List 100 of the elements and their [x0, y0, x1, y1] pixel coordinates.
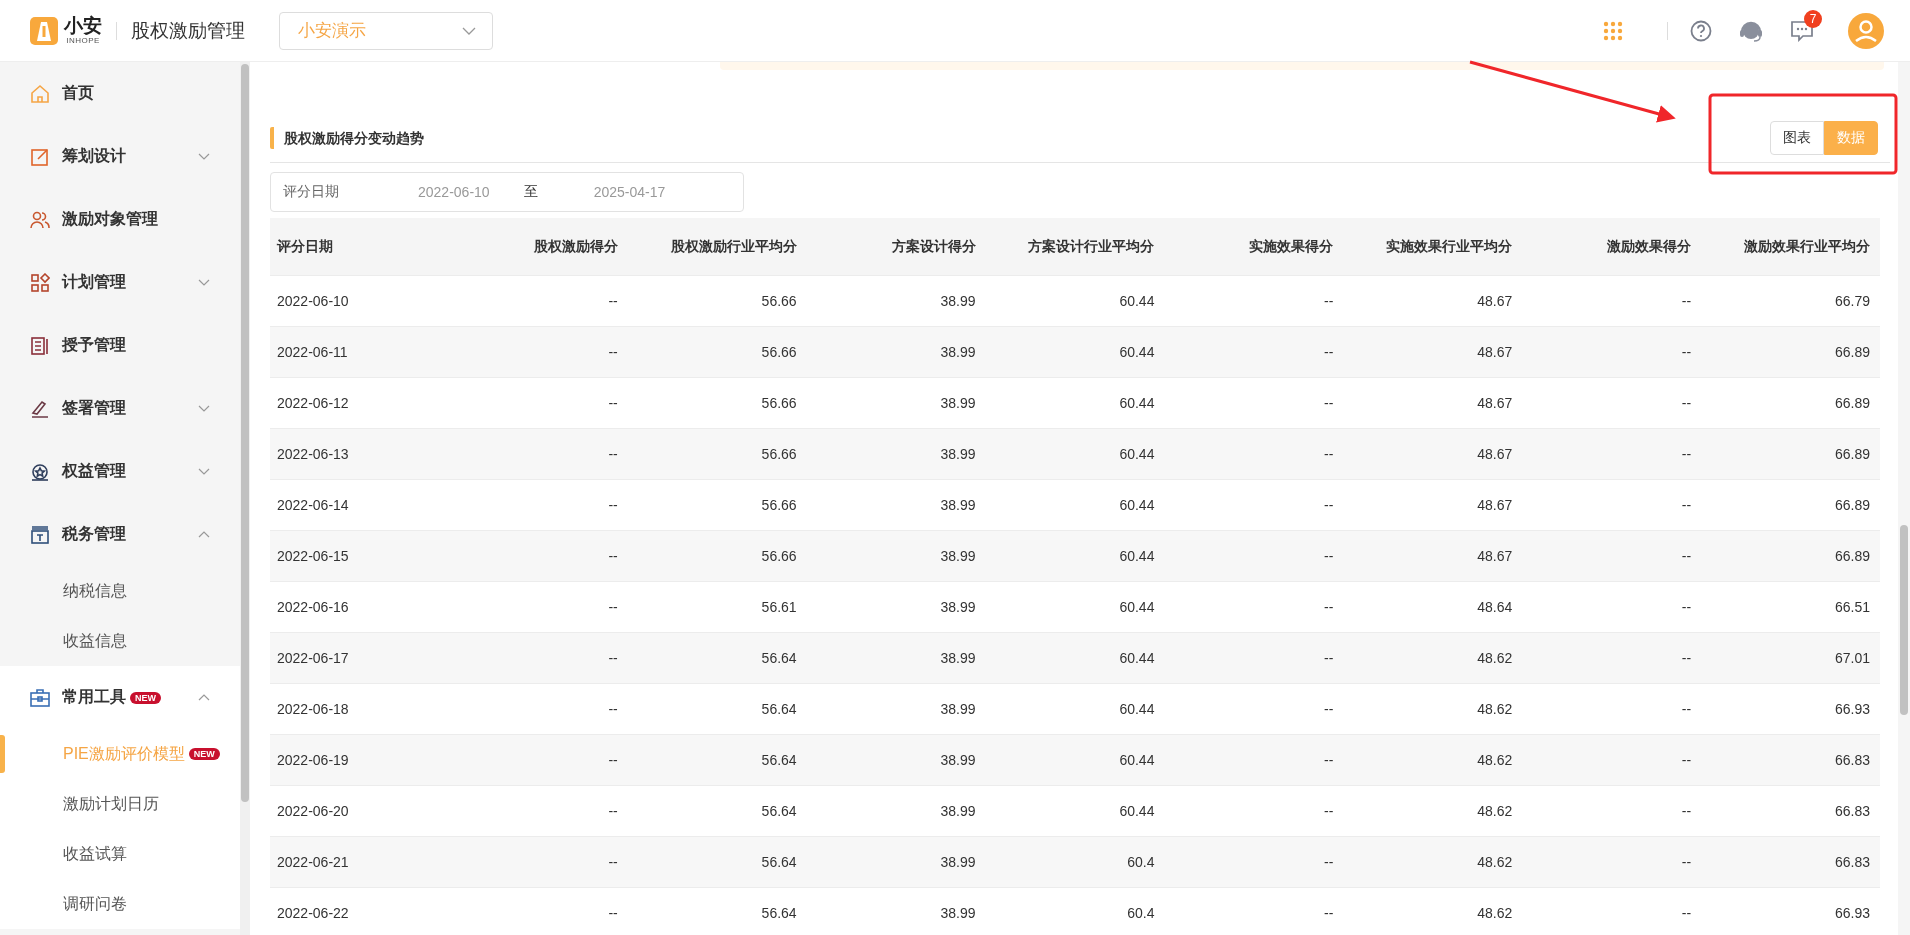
nav-item[interactable]: 权益管理 — [0, 440, 240, 503]
table-cell-text: 60.44 — [1118, 497, 1156, 513]
column-header: 激励效果得分 — [1606, 237, 1693, 256]
table-cell-text: 60.44 — [1118, 803, 1156, 819]
table-cell-text: 2022-06-12 — [276, 395, 350, 411]
pen-icon — [30, 398, 50, 419]
table-cell-text: 2022-06-15 — [276, 548, 350, 564]
table-cell-text: 56.64 — [760, 752, 798, 768]
notification-badge: 7 — [1804, 9, 1822, 28]
nav-subitem[interactable]: 调研问卷 — [0, 879, 240, 929]
column-header: 方案设计行业平均分 — [1027, 237, 1156, 256]
nav-item[interactable]: 筹划设计 — [0, 125, 240, 188]
column-header: 激励效果行业平均分 — [1743, 237, 1871, 256]
table-cell-text: 48.67 — [1476, 548, 1514, 564]
nav-subitem[interactable]: 纳税信息 — [0, 566, 240, 616]
table-cell-text: -- — [607, 803, 619, 819]
app-title: 股权激励管理 — [131, 18, 245, 43]
table-cell-text: 56.66 — [760, 293, 798, 309]
table-cell-text: 60.44 — [1118, 344, 1156, 360]
date-range-field[interactable]: 评分日期 2022-06-10 至 2025-04-17 — [270, 172, 744, 212]
table-cell-text: 2022-06-16 — [276, 599, 350, 615]
logo-icon — [30, 16, 58, 45]
table-cell-text: -- — [1680, 446, 1693, 462]
table-cell-text: -- — [1323, 599, 1335, 615]
table-cell-text: 38.99 — [939, 599, 977, 615]
table-cell-text: -- — [607, 599, 619, 615]
scrollbar-thumb[interactable] — [1900, 525, 1908, 715]
table-cell-text: 66.79 — [1833, 293, 1871, 309]
table-cell-text: 38.99 — [939, 344, 977, 360]
logo-text: 小安 — [64, 16, 102, 35]
table-cell-text: 2022-06-21 — [276, 854, 350, 870]
table-cell-text: -- — [607, 854, 619, 870]
table-cell-text: -- — [607, 497, 619, 513]
table-cell-text: 60.44 — [1118, 650, 1156, 666]
nav-item[interactable]: 授予管理 — [0, 314, 240, 377]
table-cell-text: 38.99 — [939, 293, 977, 309]
table-cell-text: 38.99 — [939, 446, 977, 462]
table-cell-text: 56.66 — [760, 548, 798, 564]
column-header: 实施效果得分 — [1248, 237, 1335, 256]
help-icon[interactable] — [1690, 19, 1712, 42]
view-toggle-button[interactable]: 图表 — [1770, 121, 1824, 155]
table-cell-text: 2022-06-11 — [276, 344, 349, 360]
table-cell-text: 66.93 — [1833, 905, 1871, 921]
nav-item[interactable]: 激励对象管理 — [0, 188, 240, 251]
medal-icon — [30, 461, 50, 482]
table-cell-text: 38.99 — [939, 854, 977, 870]
table-cell-text: -- — [607, 395, 619, 411]
table-cell-text: 66.89 — [1833, 548, 1871, 564]
table-cell-text: 48.67 — [1476, 293, 1514, 309]
nav-subitem[interactable]: 收益信息 — [0, 616, 240, 666]
toolbox-icon — [30, 687, 50, 708]
nav-item[interactable]: 签署管理 — [0, 377, 240, 440]
table-cell-text: 48.64 — [1476, 599, 1514, 615]
nav-item[interactable]: 常用工具 NEW — [0, 666, 240, 729]
home-icon — [30, 83, 50, 104]
table-cell-text: 56.64 — [760, 650, 798, 666]
table-cell-text: 56.64 — [760, 803, 798, 819]
nav-subitem[interactable]: 收益试算 — [0, 829, 240, 879]
nav-item[interactable]: 计划管理 — [0, 251, 240, 314]
table-cell-text: 60.4 — [1126, 854, 1156, 870]
table-cell-text: 60.44 — [1118, 752, 1156, 768]
table-cell-text: -- — [1680, 752, 1693, 768]
nav-item[interactable]: 税务管理 — [0, 503, 240, 566]
document-icon — [30, 335, 50, 356]
column-header: 方案设计得分 — [890, 237, 977, 256]
nav-item[interactable]: 首页 — [0, 62, 240, 125]
table-cell-text: -- — [1680, 701, 1693, 717]
table-cell-text: 48.67 — [1476, 446, 1514, 462]
table-cell-text: -- — [1323, 752, 1335, 768]
apps-grid-icon[interactable] — [1603, 20, 1623, 41]
new-badge: NEW — [188, 748, 220, 760]
table-cell-text: 48.62 — [1476, 854, 1514, 870]
table-cell-text: 56.64 — [760, 701, 798, 717]
avatar-icon[interactable] — [1848, 12, 1884, 49]
table-cell-text: 66.89 — [1833, 395, 1871, 411]
table-cell-text: 56.64 — [760, 905, 798, 921]
scrollbar-thumb[interactable] — [241, 64, 249, 802]
table-cell-text: -- — [1323, 344, 1335, 360]
table-cell-text: -- — [1680, 803, 1693, 819]
table-cell-text: 66.83 — [1833, 752, 1871, 768]
table-cell-text: -- — [1323, 650, 1335, 666]
table-cell-text: -- — [1323, 905, 1335, 921]
table-cell-text: 38.99 — [939, 650, 977, 666]
table-cell-text: 60.44 — [1118, 446, 1156, 462]
nav-subitem[interactable]: PIE激励评价模型 NEW — [0, 729, 240, 779]
table-cell-text: 48.62 — [1476, 701, 1514, 717]
table-cell-text: 60.4 — [1126, 905, 1156, 921]
table-cell-text: 2022-06-19 — [276, 752, 350, 768]
table-cell-text: -- — [1680, 344, 1693, 360]
table-cell-text: -- — [607, 548, 619, 564]
nav-subitem[interactable]: 激励计划日历 — [0, 779, 240, 829]
table-cell-text: 48.62 — [1476, 752, 1514, 768]
table-cell-text: 38.99 — [939, 395, 977, 411]
table-cell-text: 38.99 — [939, 497, 977, 513]
table-cell-text: -- — [1323, 854, 1335, 870]
table-cell-text: 66.89 — [1833, 344, 1871, 360]
column-header: 评分日期 — [275, 237, 334, 256]
column-header: 实施效果行业平均分 — [1385, 237, 1514, 256]
table-cell-text: -- — [1323, 497, 1335, 513]
edit-icon — [30, 146, 50, 167]
